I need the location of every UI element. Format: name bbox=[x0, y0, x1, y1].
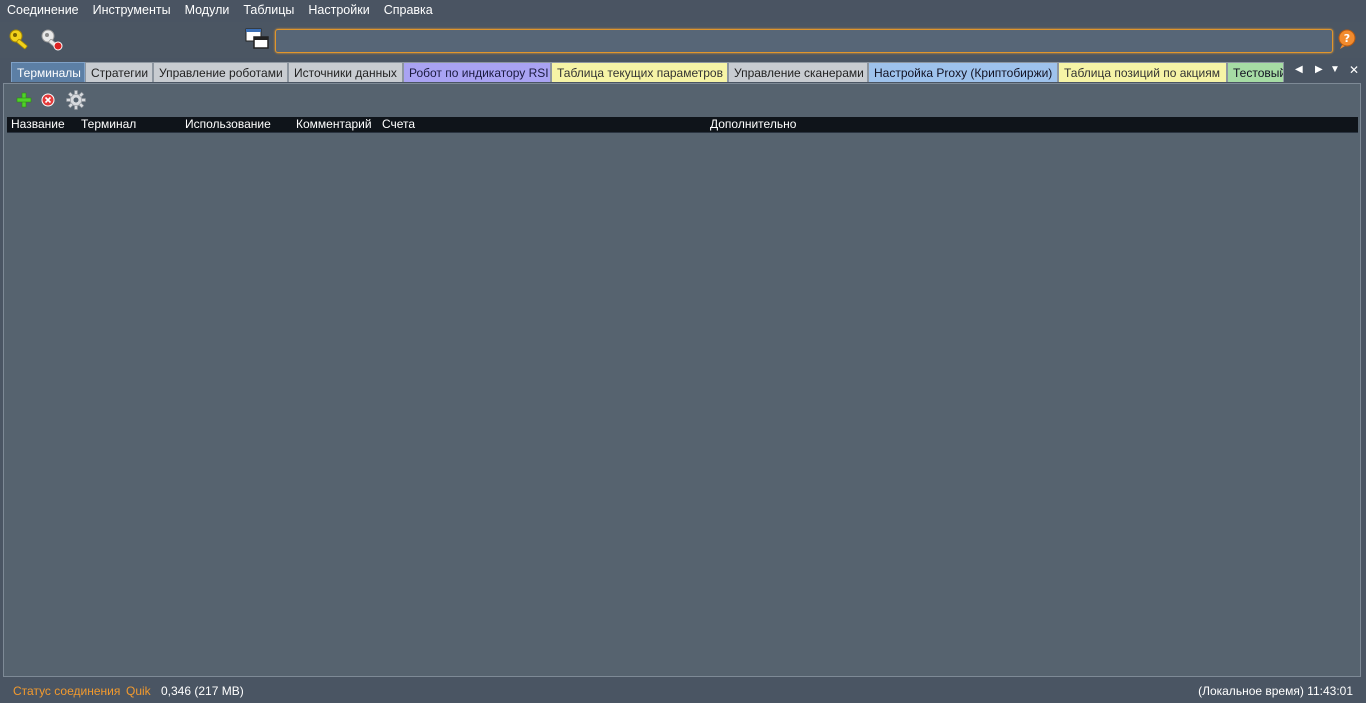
tab-scroll-left-icon[interactable]: ◀ bbox=[1295, 64, 1303, 75]
windows-icon[interactable] bbox=[245, 27, 271, 53]
connect-key-icon[interactable] bbox=[8, 27, 34, 53]
tab-list-dropdown-icon[interactable]: ▼ bbox=[1330, 64, 1340, 75]
terminal-status[interactable]: Quik bbox=[126, 684, 151, 698]
tab-data-sources[interactable]: Источники данных bbox=[288, 62, 403, 82]
disconnect-key-icon[interactable] bbox=[40, 27, 66, 53]
search-input[interactable] bbox=[275, 29, 1333, 53]
menu-tools[interactable]: Инструменты bbox=[86, 0, 178, 20]
settings-gear-icon[interactable] bbox=[66, 90, 86, 110]
column-header-additional[interactable]: Дополнительно bbox=[710, 117, 796, 132]
menu-help[interactable]: Справка bbox=[377, 0, 440, 20]
local-time: (Локальное время) 11:43:01 bbox=[1198, 684, 1353, 698]
column-header-name[interactable]: Название bbox=[11, 117, 65, 132]
column-header-accounts[interactable]: Счета bbox=[382, 117, 415, 132]
panel-toolbar bbox=[4, 84, 1360, 116]
svg-text:?: ? bbox=[1344, 32, 1350, 45]
menu-bar: Соединение Инструменты Модули Таблицы На… bbox=[0, 0, 1366, 20]
tab-test[interactable]: Тестовый bbox=[1227, 62, 1284, 82]
add-icon[interactable] bbox=[16, 92, 32, 108]
connection-status-label[interactable]: Статус соединения bbox=[13, 684, 120, 698]
menu-connection[interactable]: Соединение bbox=[0, 0, 86, 20]
menu-tables[interactable]: Таблицы bbox=[236, 0, 301, 20]
status-bar: Статус соединения Quik 0,346 (217 MB) (Л… bbox=[0, 680, 1366, 703]
column-header-comment[interactable]: Комментарий bbox=[296, 117, 372, 132]
column-header-usage[interactable]: Использование bbox=[185, 117, 271, 132]
tab-scroll-right-icon[interactable]: ▶ bbox=[1315, 64, 1323, 75]
tab-rsi-robot[interactable]: Робот по индикатору RSI bbox=[403, 62, 551, 82]
column-header-terminal[interactable]: Терминал bbox=[81, 117, 136, 132]
tab-terminals[interactable]: Терминалы bbox=[11, 62, 85, 82]
tab-close-icon[interactable]: ✕ bbox=[1349, 63, 1359, 77]
tab-scanner-management[interactable]: Управление сканерами bbox=[728, 62, 868, 82]
memory-usage: 0,346 (217 MB) bbox=[161, 684, 244, 698]
tab-bar: Терминалы Стратегии Управление роботами … bbox=[0, 61, 1366, 83]
table-header: Название Терминал Использование Коммента… bbox=[7, 117, 1358, 133]
tab-robot-management[interactable]: Управление роботами bbox=[153, 62, 288, 82]
menu-settings[interactable]: Настройки bbox=[301, 0, 376, 20]
tab-proxy-settings[interactable]: Настройка Proxy (Криптобиржи) bbox=[868, 62, 1058, 82]
terminals-panel: Название Терминал Использование Коммента… bbox=[3, 83, 1361, 677]
tab-current-params[interactable]: Таблица текущих параметров bbox=[551, 62, 728, 82]
delete-icon[interactable] bbox=[41, 93, 55, 107]
tab-strategies[interactable]: Стратегии bbox=[85, 62, 153, 82]
help-icon[interactable]: ? bbox=[1336, 28, 1358, 50]
tab-stock-positions[interactable]: Таблица позиций по акциям bbox=[1058, 62, 1227, 82]
menu-modules[interactable]: Модули bbox=[178, 0, 237, 20]
